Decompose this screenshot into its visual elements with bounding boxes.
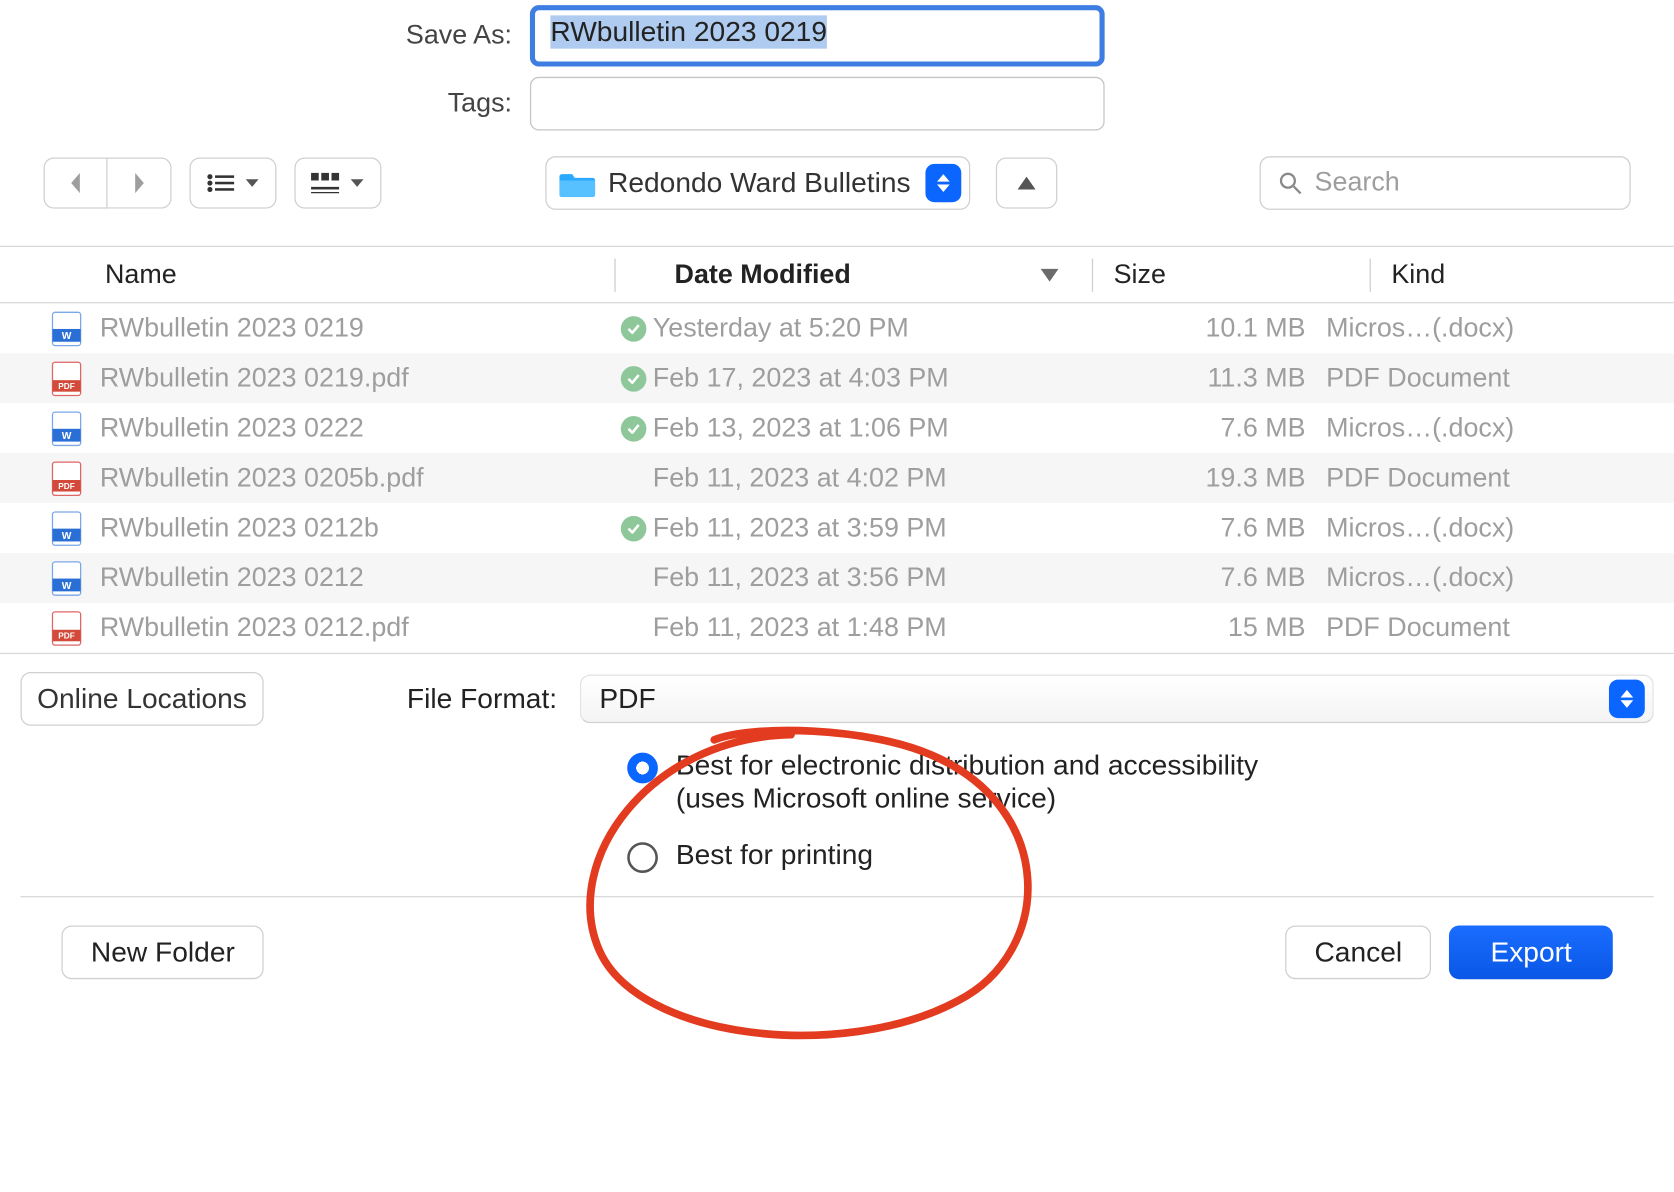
- svg-text:PDF: PDF: [58, 630, 75, 640]
- online-locations-button[interactable]: Online Locations: [20, 672, 263, 726]
- save-as-value: RWbulletin 2023 0219: [550, 15, 827, 48]
- export-button[interactable]: Export: [1449, 925, 1612, 979]
- col-name[interactable]: Name: [0, 259, 614, 290]
- col-date-modified[interactable]: Date Modified: [675, 259, 1092, 290]
- table-row[interactable]: W RWbulletin 2023 0219 Yesterday at 5:20 P…: [0, 303, 1674, 353]
- sync-ok-icon: [621, 415, 647, 441]
- word-file-icon: W: [51, 510, 82, 546]
- file-name: RWbulletin 2023 0219.pdf: [100, 363, 409, 394]
- pdf-file-icon: PDF: [51, 360, 82, 396]
- chevron-down-icon: [349, 178, 364, 188]
- table-row[interactable]: W RWbulletin 2023 0222 Feb 13, 2023 at 1:0…: [0, 403, 1674, 453]
- file-size: 15 MB: [1070, 612, 1326, 643]
- file-date: Feb 11, 2023 at 3:59 PM: [653, 513, 1070, 544]
- expand-path-button[interactable]: [996, 157, 1057, 208]
- sync-ok-icon: [621, 316, 647, 342]
- table-row[interactable]: PDF RWbulletin 2023 0205b.pdf Feb 11, 2023…: [0, 453, 1674, 503]
- file-date: Yesterday at 5:20 PM: [653, 313, 1070, 344]
- file-size: 19.3 MB: [1070, 463, 1326, 494]
- svg-text:PDF: PDF: [58, 480, 75, 490]
- file-size: 10.1 MB: [1070, 313, 1326, 344]
- pdf-file-icon: PDF: [51, 460, 82, 496]
- file-kind: Micros…(.docx): [1326, 413, 1674, 444]
- file-name: RWbulletin 2023 0205b.pdf: [100, 463, 424, 494]
- radio-icon: [627, 753, 658, 784]
- search-field[interactable]: Search: [1260, 156, 1631, 210]
- search-placeholder: Search: [1315, 168, 1400, 199]
- radio-icon: [627, 842, 658, 873]
- chevron-down-icon: [244, 178, 259, 188]
- col-kind[interactable]: Kind: [1391, 259, 1674, 290]
- chevron-up-icon: [1018, 177, 1036, 190]
- svg-text:W: W: [62, 530, 72, 541]
- file-date: Feb 17, 2023 at 4:03 PM: [653, 363, 1070, 394]
- table-row[interactable]: W RWbulletin 2023 0212 Feb 11, 2023 at 3:5…: [0, 553, 1674, 603]
- tags-field[interactable]: [530, 77, 1105, 131]
- file-name: RWbulletin 2023 0212.pdf: [100, 612, 409, 643]
- word-file-icon: W: [51, 410, 82, 446]
- radio-option-electronic[interactable]: Best for electronic distribution and acc…: [627, 749, 1654, 816]
- tags-label: Tags:: [0, 88, 512, 119]
- file-kind: Micros…(.docx): [1326, 313, 1674, 344]
- save-as-field[interactable]: RWbulletin 2023 0219: [530, 5, 1105, 66]
- file-name: RWbulletin 2023 0212b: [100, 513, 379, 544]
- table-row[interactable]: W RWbulletin 2023 0212b Feb 11, 2023 at 3:…: [0, 503, 1674, 553]
- cancel-button[interactable]: Cancel: [1285, 925, 1432, 979]
- svg-text:W: W: [62, 331, 72, 342]
- folder-name: Redondo Ward Bulletins: [608, 166, 911, 199]
- sync-ok-icon: [621, 365, 647, 391]
- file-name: RWbulletin 2023 0219: [100, 313, 364, 344]
- nav-forward-button[interactable]: [108, 157, 172, 208]
- folder-picker[interactable]: Redondo Ward Bulletins: [545, 156, 971, 210]
- radio-option-printing[interactable]: Best for printing: [627, 838, 1654, 873]
- new-folder-button[interactable]: New Folder: [61, 925, 264, 979]
- file-date: Feb 11, 2023 at 3:56 PM: [653, 563, 1070, 594]
- file-size: 11.3 MB: [1070, 363, 1326, 394]
- folder-icon: [559, 169, 595, 197]
- view-list-menu[interactable]: [189, 157, 276, 208]
- list-view-icon: [206, 173, 234, 193]
- file-date: Feb 11, 2023 at 1:48 PM: [653, 612, 1070, 643]
- word-file-icon: W: [51, 560, 82, 596]
- group-view-icon: [311, 173, 339, 193]
- file-kind: Micros…(.docx): [1326, 513, 1674, 544]
- nav-back-button[interactable]: [44, 157, 108, 208]
- file-kind: PDF Document: [1326, 463, 1674, 494]
- file-name: RWbulletin 2023 0222: [100, 413, 364, 444]
- save-as-label: Save As:: [0, 20, 512, 51]
- file-format-select[interactable]: PDF: [580, 675, 1654, 724]
- sync-ok-icon: [621, 515, 647, 541]
- file-format-label: File Format:: [407, 682, 557, 715]
- search-icon: [1279, 172, 1302, 195]
- file-kind: PDF Document: [1326, 363, 1674, 394]
- word-file-icon: W: [51, 310, 82, 346]
- file-name: RWbulletin 2023 0212: [100, 563, 364, 594]
- file-size: 7.6 MB: [1070, 563, 1326, 594]
- svg-text:PDF: PDF: [58, 380, 75, 390]
- table-row[interactable]: PDF RWbulletin 2023 0212.pdf Feb 11, 2023 …: [0, 603, 1674, 653]
- group-view-menu[interactable]: [294, 157, 381, 208]
- file-date: Feb 11, 2023 at 4:02 PM: [653, 463, 1070, 494]
- table-row[interactable]: PDF RWbulletin 2023 0219.pdf Feb 17, 2023 …: [0, 353, 1674, 403]
- nav-back-forward: [44, 157, 172, 208]
- folder-chevron-icon: [926, 164, 962, 202]
- file-kind: Micros…(.docx): [1326, 563, 1674, 594]
- col-size[interactable]: Size: [1114, 259, 1370, 290]
- pdf-file-icon: PDF: [51, 610, 82, 646]
- svg-text:W: W: [62, 580, 72, 591]
- file-date: Feb 13, 2023 at 1:06 PM: [653, 413, 1070, 444]
- sort-desc-icon: [1040, 268, 1058, 281]
- file-size: 7.6 MB: [1070, 513, 1326, 544]
- file-kind: PDF Document: [1326, 612, 1674, 643]
- file-size: 7.6 MB: [1070, 413, 1326, 444]
- table-header: Name Date Modified Size Kind: [0, 247, 1674, 303]
- select-chevron-icon: [1609, 680, 1645, 718]
- svg-text:W: W: [62, 430, 72, 441]
- file-table: Name Date Modified Size Kind W RWbulletin…: [0, 246, 1674, 653]
